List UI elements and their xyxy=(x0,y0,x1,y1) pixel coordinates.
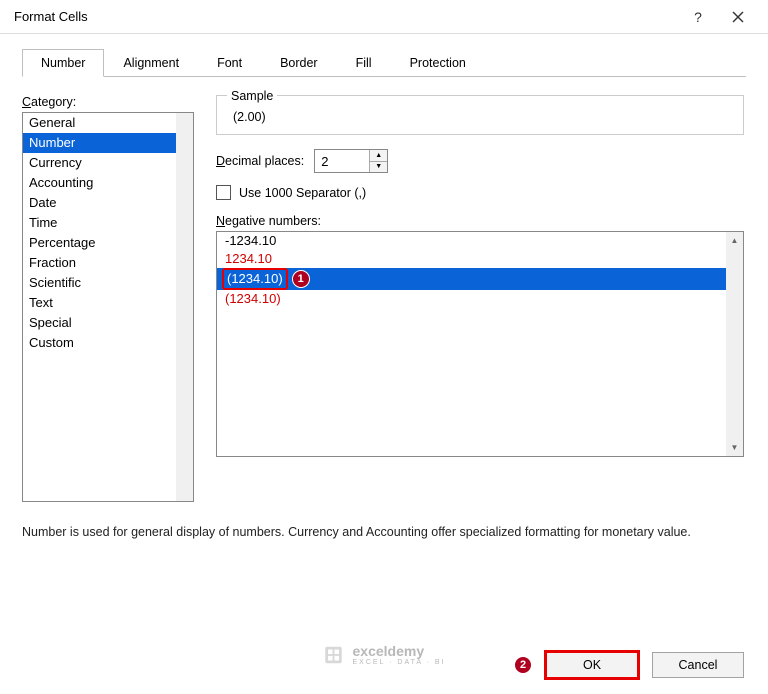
list-item[interactable]: (1234.10) xyxy=(217,290,743,308)
list-item[interactable]: Accounting xyxy=(23,173,193,193)
list-item[interactable]: Date xyxy=(23,193,193,213)
list-item[interactable]: 1234.10 xyxy=(217,250,743,268)
sample-value: (2.00) xyxy=(227,110,733,124)
dialog-title: Format Cells xyxy=(14,9,678,24)
list-item[interactable]: Percentage xyxy=(23,233,193,253)
dialog-footer: 2 OK Cancel xyxy=(24,652,744,678)
category-description: Number is used for general display of nu… xyxy=(22,524,746,542)
list-item[interactable]: Time xyxy=(23,213,193,233)
annotation-step-2: 2 xyxy=(514,656,532,674)
decimal-label: Decimal places: xyxy=(216,154,304,168)
help-icon[interactable]: ? xyxy=(678,0,718,34)
list-item[interactable]: (1234.10) xyxy=(222,268,288,290)
decimal-places-field[interactable] xyxy=(315,150,369,172)
tab-number[interactable]: Number xyxy=(22,49,104,77)
sample-group: Sample (2.00) xyxy=(216,95,744,135)
titlebar: Format Cells ? xyxy=(0,0,768,34)
negative-numbers-label: Negative numbers: xyxy=(216,214,744,228)
list-item[interactable]: Text xyxy=(23,293,193,313)
list-item[interactable]: Number xyxy=(23,133,193,153)
decimal-spinner[interactable]: ▲ ▼ xyxy=(369,150,387,172)
close-icon[interactable] xyxy=(718,0,758,34)
annotation-step-1: 1 xyxy=(292,270,310,288)
tab-alignment[interactable]: Alignment xyxy=(104,49,198,77)
list-item[interactable]: Special xyxy=(23,313,193,333)
tab-protection[interactable]: Protection xyxy=(391,49,485,77)
scrollbar[interactable] xyxy=(176,113,193,501)
negative-numbers-listbox[interactable]: -1234.10 1234.10 (1234.10) 1 (1234.10) ▲… xyxy=(216,231,744,457)
list-item[interactable]: Scientific xyxy=(23,273,193,293)
scroll-up-icon[interactable]: ▲ xyxy=(726,232,743,249)
scrollbar[interactable] xyxy=(726,232,743,456)
sample-label: Sample xyxy=(227,89,277,103)
list-item[interactable]: -1234.10 xyxy=(217,232,743,250)
category-label: Category: xyxy=(22,95,194,109)
ok-button[interactable]: OK xyxy=(546,652,638,678)
list-item[interactable]: Fraction xyxy=(23,253,193,273)
tab-border[interactable]: Border xyxy=(261,49,337,77)
list-item[interactable]: Custom xyxy=(23,333,193,353)
tab-font[interactable]: Font xyxy=(198,49,261,77)
list-item[interactable]: Currency xyxy=(23,153,193,173)
thousands-separator-checkbox[interactable] xyxy=(216,185,231,200)
spinner-down-icon[interactable]: ▼ xyxy=(370,162,387,173)
category-listbox[interactable]: General Number Currency Accounting Date … xyxy=(22,112,194,502)
list-item[interactable]: General xyxy=(23,113,193,133)
spinner-up-icon[interactable]: ▲ xyxy=(370,150,387,162)
tab-fill[interactable]: Fill xyxy=(337,49,391,77)
scroll-down-icon[interactable]: ▼ xyxy=(726,439,743,456)
thousands-separator-label: Use 1000 Separator (,) xyxy=(239,186,366,200)
cancel-button[interactable]: Cancel xyxy=(652,652,744,678)
tab-row: Number Alignment Font Border Fill Protec… xyxy=(22,48,746,77)
decimal-places-input[interactable]: ▲ ▼ xyxy=(314,149,388,173)
